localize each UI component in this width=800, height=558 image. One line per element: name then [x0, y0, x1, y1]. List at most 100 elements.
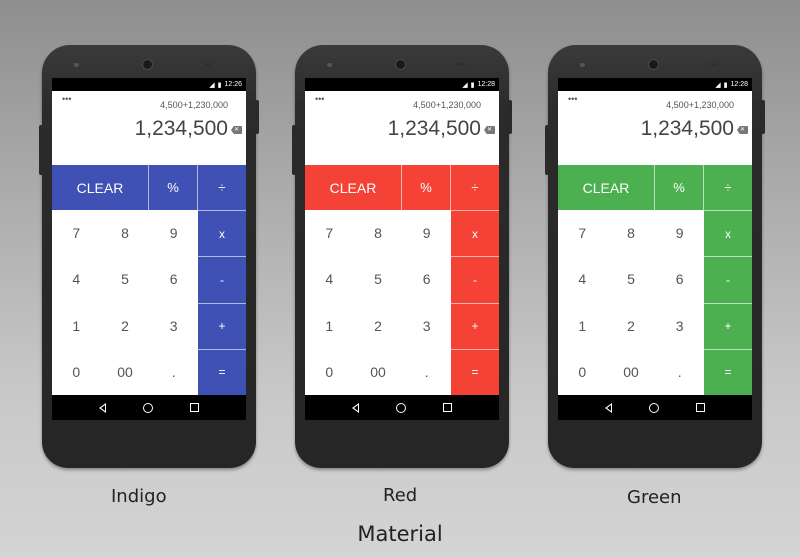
digit-button[interactable]: 1 — [52, 303, 101, 349]
digit-button[interactable]: 5 — [101, 256, 150, 302]
digit-button[interactable]: . — [655, 349, 704, 395]
plus-button[interactable]: + — [198, 302, 246, 349]
digit-button[interactable]: 6 — [655, 256, 704, 302]
digit-button[interactable]: 9 — [655, 210, 704, 256]
recents-icon[interactable] — [190, 403, 200, 412]
back-icon[interactable] — [604, 402, 612, 413]
backspace-icon[interactable]: ✕ — [484, 126, 495, 134]
multiply-button[interactable]: x — [704, 210, 752, 257]
digit-button[interactable]: . — [402, 349, 451, 395]
backspace-icon[interactable]: ✕ — [231, 126, 242, 134]
backspace-icon[interactable]: ✕ — [737, 126, 748, 134]
back-icon[interactable] — [98, 402, 106, 413]
digit-button[interactable]: 7 — [52, 210, 101, 256]
digit-button[interactable]: 4 — [305, 256, 354, 302]
digit-grid: 7 8 9 4 5 6 1 2 3 0 00. — [52, 210, 198, 395]
percent-button[interactable]: % — [402, 165, 451, 210]
digit-button[interactable]: 5 — [354, 256, 403, 302]
expression-text: 4,500+1,230,000 — [666, 100, 734, 110]
back-icon[interactable] — [351, 402, 359, 413]
home-icon[interactable] — [395, 402, 406, 413]
expression-text: 4,500+1,230,000 — [413, 100, 481, 110]
digit-button[interactable]: 3 — [655, 303, 704, 349]
phone-screen: ◢ ▮ 12:26 ••• 4,500+1,230,000 1,234,500 … — [52, 78, 246, 420]
calculator-display: ••• 4,500+1,230,000 1,234,500 ✕ — [52, 91, 246, 165]
percent-button[interactable]: % — [655, 165, 704, 210]
recents-icon[interactable] — [696, 403, 706, 412]
digit-button[interactable]: 8 — [354, 210, 403, 256]
recents-icon[interactable] — [443, 403, 453, 412]
battery-icon: ▮ — [470, 81, 475, 89]
result-text: 1,234,500 — [640, 117, 734, 140]
volume-button — [292, 125, 296, 175]
digit-button[interactable]: 2 — [607, 303, 656, 349]
phone-screen: ◢ ▮ 12:28 ••• 4,500+1,230,000 1,234,500 … — [305, 78, 499, 420]
digit-button[interactable]: 7 — [558, 210, 607, 256]
percent-button[interactable]: % — [149, 165, 198, 210]
digit-button[interactable]: . — [149, 349, 198, 395]
digit-button[interactable]: 0 — [305, 349, 354, 395]
clear-button[interactable]: CLEAR — [305, 165, 402, 210]
digit-button[interactable]: 00 — [101, 349, 150, 395]
digit-button[interactable]: 2 — [101, 303, 150, 349]
digit-button[interactable]: 6 — [402, 256, 451, 302]
digit-button[interactable]: 3 — [149, 303, 198, 349]
status-time: 12:28 — [477, 81, 495, 88]
keypad: CLEAR % ÷ 7 8 9 4 5 6 1 2 3 0 00. x - + = — [52, 165, 246, 395]
divide-button[interactable]: ÷ — [451, 165, 499, 210]
equals-button[interactable]: = — [451, 348, 499, 395]
home-icon[interactable] — [142, 402, 153, 413]
plus-button[interactable]: + — [451, 302, 499, 349]
status-time: 12:28 — [730, 81, 748, 88]
status-bar: ◢ ▮ 12:28 — [305, 78, 499, 91]
digit-button[interactable]: 9 — [402, 210, 451, 256]
divide-button[interactable]: ÷ — [704, 165, 752, 210]
home-icon[interactable] — [648, 402, 659, 413]
digit-button[interactable]: 00 — [354, 349, 403, 395]
minus-button[interactable]: - — [451, 256, 499, 303]
phone-mockup-red: ◢ ▮ 12:28 ••• 4,500+1,230,000 1,234,500 … — [292, 45, 512, 468]
clear-button[interactable]: CLEAR — [558, 165, 655, 210]
phone-mockup-green: ◢ ▮ 12:28 ••• 4,500+1,230,000 1,234,500 … — [545, 45, 765, 468]
digit-button[interactable]: 3 — [402, 303, 451, 349]
minus-button[interactable]: - — [198, 256, 246, 303]
keypad: CLEAR % ÷ 7 8 9 4 5 6 1 2 3 0 00. x - + = — [305, 165, 499, 395]
battery-icon: ▮ — [217, 81, 222, 89]
digit-button[interactable]: 1 — [558, 303, 607, 349]
overflow-menu-icon[interactable]: ••• — [568, 94, 577, 104]
signal-icon: ◢ — [715, 81, 721, 89]
equals-button[interactable]: = — [198, 348, 246, 395]
digit-button[interactable]: 0 — [558, 349, 607, 395]
digit-button[interactable]: 00 — [607, 349, 656, 395]
digit-button[interactable]: 6 — [149, 256, 198, 302]
digit-button[interactable]: 5 — [607, 256, 656, 302]
front-camera — [648, 59, 659, 70]
digit-button[interactable]: 4 — [558, 256, 607, 302]
digit-button[interactable]: 7 — [305, 210, 354, 256]
plus-button[interactable]: + — [704, 302, 752, 349]
divide-button[interactable]: ÷ — [198, 165, 246, 210]
multiply-button[interactable]: x — [198, 210, 246, 257]
digit-button[interactable]: 9 — [149, 210, 198, 256]
multiply-button[interactable]: x — [451, 210, 499, 257]
calculator-display: ••• 4,500+1,230,000 1,234,500 ✕ — [558, 91, 752, 165]
battery-icon: ▮ — [723, 81, 728, 89]
speaker-grille — [580, 63, 585, 67]
digit-button[interactable]: 1 — [305, 303, 354, 349]
phone-screen: ◢ ▮ 12:28 ••• 4,500+1,230,000 1,234,500 … — [558, 78, 752, 420]
digit-button[interactable]: 2 — [354, 303, 403, 349]
status-time: 12:26 — [224, 81, 242, 88]
clear-button[interactable]: CLEAR — [52, 165, 149, 210]
digit-button[interactable]: 0 — [52, 349, 101, 395]
overflow-menu-icon[interactable]: ••• — [315, 94, 324, 104]
digit-button[interactable]: 8 — [101, 210, 150, 256]
digit-button[interactable]: 8 — [607, 210, 656, 256]
overflow-menu-icon[interactable]: ••• — [62, 94, 71, 104]
result-text: 1,234,500 — [134, 117, 228, 140]
equals-button[interactable]: = — [704, 348, 752, 395]
digit-button[interactable]: 4 — [52, 256, 101, 302]
status-bar: ◢ ▮ 12:26 — [52, 78, 246, 91]
minus-button[interactable]: - — [704, 256, 752, 303]
nav-bar — [52, 395, 246, 420]
proximity-sensor — [457, 63, 465, 66]
